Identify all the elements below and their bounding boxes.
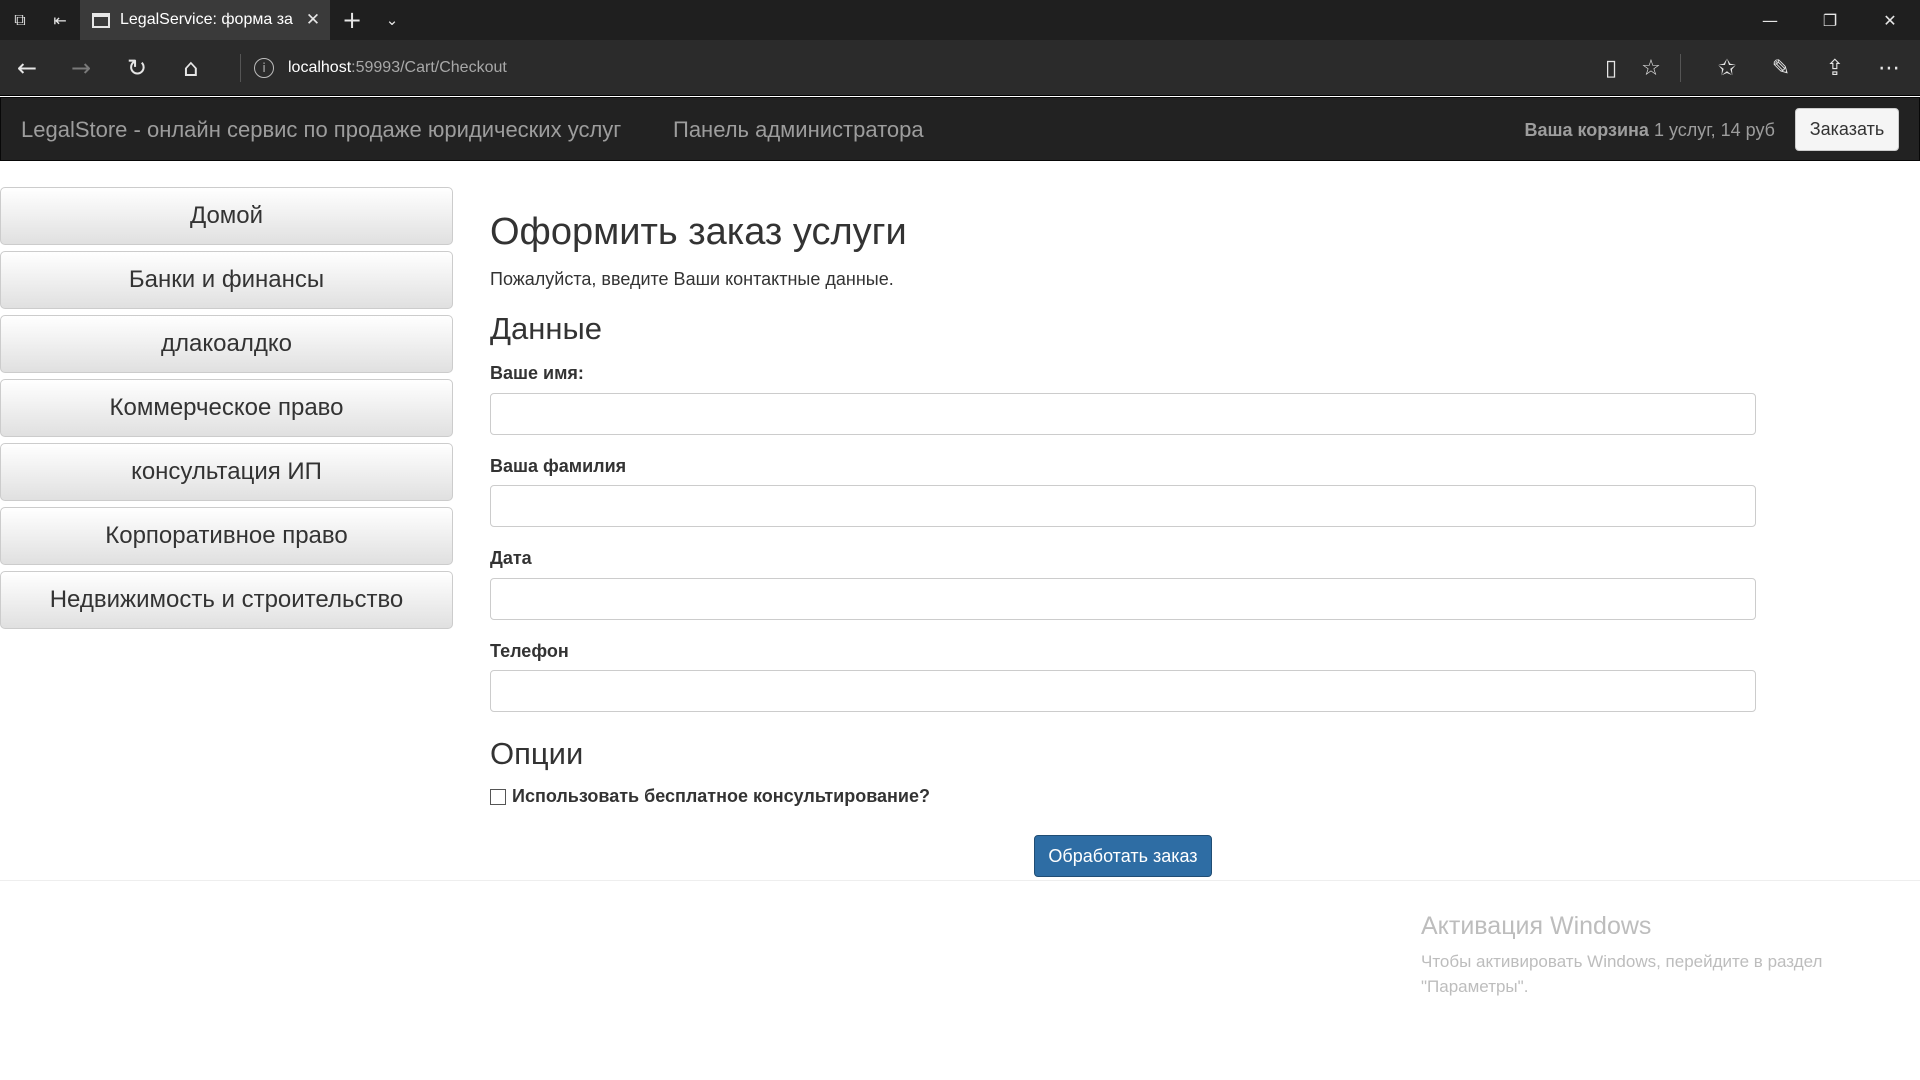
favorite-star-icon[interactable]: ☆	[1624, 40, 1678, 96]
options-section-title: Опции	[490, 736, 584, 771]
sidebar-item-category-3[interactable]: длакоалдко	[0, 315, 453, 373]
date-label: Дата	[490, 548, 532, 568]
cart-summary: Ваша корзина 1 услуг, 14 руб	[1525, 98, 1776, 162]
category-sidebar: Домой Банки и финансы длакоалдко Коммерч…	[0, 187, 454, 635]
site-navbar: LegalStore - онлайн сервис по продаже юр…	[0, 97, 1920, 161]
free-consult-checkbox[interactable]	[490, 788, 506, 805]
close-tab-icon[interactable]: ✕	[296, 10, 330, 30]
toolbar-divider	[1680, 54, 1681, 82]
phone-input[interactable]	[490, 670, 1756, 712]
order-button[interactable]: Заказать	[1795, 108, 1899, 151]
tab-title: LegalService: форма за	[120, 11, 293, 28]
intro-text: Пожалуйста, введите Ваши контактные данн…	[490, 269, 894, 289]
url-field[interactable]: i localhost:59993/Cart/Checkout	[254, 40, 507, 96]
web-note-pen-icon[interactable]: ✎	[1754, 40, 1808, 96]
url-path: :59993/Cart/Checkout	[351, 59, 507, 76]
sidebar-item-ip-consulting[interactable]: консультация ИП	[0, 443, 453, 501]
cart-label: Ваша корзина	[1524, 120, 1649, 140]
set-tabs-aside-icon[interactable]: ⇤	[40, 0, 80, 40]
more-menu-icon[interactable]: ⋯	[1862, 40, 1916, 96]
window-close-icon[interactable]: ✕	[1860, 0, 1920, 40]
page-favicon-icon	[92, 12, 110, 28]
forward-arrow-icon[interactable]: →	[54, 40, 108, 96]
site-info-icon[interactable]: i	[254, 58, 274, 78]
watermark-title: Активация Windows	[1421, 912, 1652, 940]
last-name-input[interactable]	[490, 485, 1756, 527]
page-title: Оформить заказ услуги	[490, 211, 907, 253]
first-name-input[interactable]	[490, 393, 1756, 435]
back-arrow-icon[interactable]: ←	[0, 40, 54, 96]
cart-summary-value: 1 услуг, 14 руб	[1653, 120, 1775, 140]
minimize-icon[interactable]: —	[1740, 0, 1800, 40]
browser-tab-bar: ⧉ ⇤ LegalService: форма за ✕ + ⌄ — ❐ ✕	[0, 0, 1920, 40]
site-brand[interactable]: LegalStore - онлайн сервис по продаже юр…	[21, 98, 621, 162]
last-name-label: Ваша фамилия	[490, 456, 627, 476]
favorites-hub-icon[interactable]: ✩	[1700, 40, 1754, 96]
sidebar-item-banks-finance[interactable]: Банки и финансы	[0, 251, 453, 309]
address-bar-row: ← → ↻ ⌂ i localhost:59993/Cart/Checkout …	[0, 40, 1920, 96]
new-tab-icon[interactable]: +	[332, 0, 372, 40]
date-input[interactable]	[490, 578, 1756, 620]
process-order-button[interactable]: Обработать заказ	[1034, 835, 1212, 877]
refresh-icon[interactable]: ↻	[110, 40, 164, 96]
sidebar-item-home[interactable]: Домой	[0, 187, 453, 245]
data-section-title: Данные	[490, 311, 602, 346]
phone-label: Телефон	[490, 641, 569, 661]
free-consult-label[interactable]: Использовать бесплатное консультирование…	[512, 786, 930, 807]
browser-tab-active[interactable]: LegalService: форма за ✕	[80, 0, 330, 40]
toolbar-divider	[240, 54, 241, 82]
sidebar-item-corporate-law[interactable]: Корпоративное право	[0, 507, 453, 565]
sidebar-item-real-estate[interactable]: Недвижимость и строительство	[0, 571, 453, 629]
restore-icon[interactable]: ❐	[1800, 0, 1860, 40]
share-icon[interactable]: ⇪	[1808, 40, 1862, 96]
sidebar-item-commercial-law[interactable]: Коммерческое право	[0, 379, 453, 437]
url-host: localhost	[288, 59, 352, 76]
first-name-label: Ваше имя:	[490, 363, 584, 383]
home-icon[interactable]: ⌂	[164, 40, 218, 96]
tab-preview-chevron-icon[interactable]: ⌄	[372, 0, 412, 40]
free-consult-option: Использовать бесплатное консультирование…	[490, 786, 930, 807]
footer-divider	[0, 880, 1920, 881]
watermark-text: Чтобы активировать Windows, перейдите в …	[1421, 952, 1823, 996]
tab-manager-icon[interactable]: ⧉	[0, 0, 40, 40]
windows-activation-watermark: Активация Windows Чтобы активировать Win…	[1421, 912, 1861, 999]
admin-panel-link[interactable]: Панель администратора	[673, 98, 924, 162]
